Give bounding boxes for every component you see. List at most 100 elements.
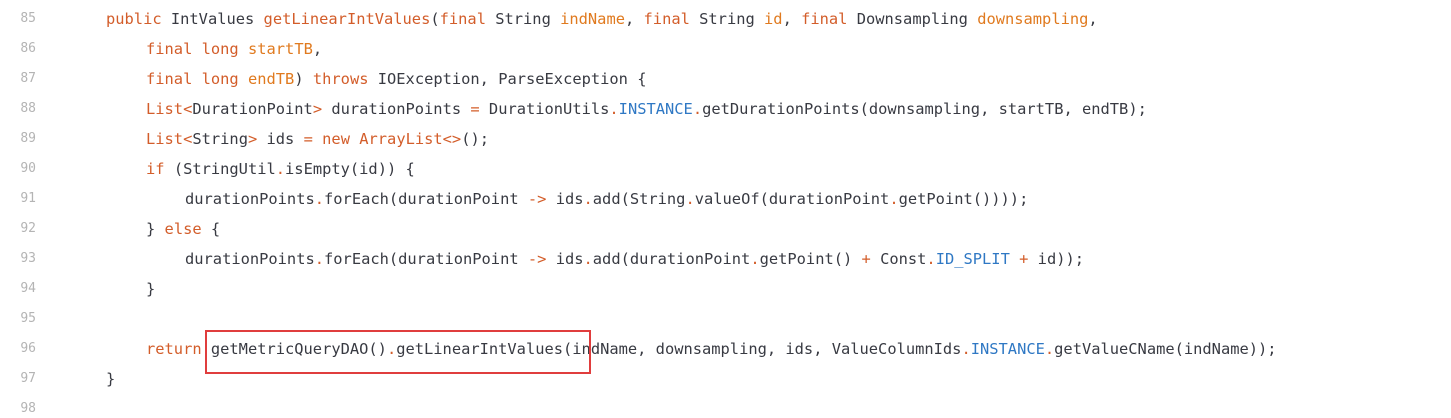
code-token: DurationPoint [192,100,313,118]
code-token: IOException, ParseException { [368,70,647,88]
code-line: 86 final long startTB, [0,34,1451,64]
line-number: 96 [20,341,36,356]
code-token: } [146,280,156,298]
code-line: 88 List<DurationPoint> durationPoints = D… [0,94,1451,124]
code-text: public IntValues getLinearIntValues(fina… [106,4,1098,34]
code-token: List [146,130,184,148]
code-token: add(durationPoint [592,250,751,268]
code-token: -> [527,250,547,268]
code-token: -> [527,190,547,208]
code-text: List<DurationPoint> durationPoints = Dur… [146,94,1147,124]
code-line: 94} [0,274,1451,304]
code-text: final long startTB, [146,34,322,64]
code-token: id [764,10,783,28]
code-token: getLinearIntValues [263,10,431,28]
code-token: , [624,10,644,28]
line-number: 90 [20,161,36,176]
line-number: 89 [20,131,36,146]
code-token: INSTANCE [618,100,693,118]
code-token: . [685,190,695,208]
code-token: . [583,190,593,208]
code-text: } [106,364,115,394]
code-token: } [106,370,116,388]
code-text: } [146,274,155,304]
code-token: (indName, downsampling, ids, ValueColumn… [563,340,962,358]
code-token: durationPoints [322,100,471,118]
code-token: List [146,100,184,118]
code-token: final [146,40,193,58]
code-token: = [303,130,313,148]
code-token: if [146,160,165,178]
code-token: long [201,70,239,88]
code-token: add(String [592,190,686,208]
code-token: ids [257,130,304,148]
code-token: new [322,130,350,148]
line-number: 85 [20,11,36,26]
code-token: DurationUtils [479,100,610,118]
code-token: { [201,220,221,238]
code-token: = [470,100,480,118]
code-token: . [750,250,760,268]
code-token: public [106,10,162,28]
code-token: . [1044,340,1055,358]
line-number: 87 [20,71,36,86]
code-token: . [889,190,899,208]
code-token: isEmpty(id)) { [285,160,415,178]
code-token: startTB [247,40,313,58]
code-token: (StringUtil [164,160,276,178]
code-token: String [192,130,248,148]
code-line: 89 List<String> ids = new ArrayList<>(); [0,124,1451,154]
code-token: < [183,100,193,118]
code-token: throws [312,70,369,88]
code-token: < [183,130,193,148]
code-token: ) [294,70,313,88]
code-token: Downsampling [847,10,978,28]
code-token: + [1019,250,1029,268]
code-token: forEach(durationPoint [324,190,528,208]
code-token: getValueCName(indName)); [1054,340,1277,358]
code-line: 92} else { [0,214,1451,244]
code-text: } else { [146,214,220,244]
code-token: . [692,100,703,118]
code-text: durationPoints.forEach(durationPoint -> … [185,244,1084,274]
code-token: . [583,250,593,268]
line-number: 97 [20,371,36,386]
code-token: + [861,250,871,268]
code-token: long [201,40,239,58]
code-line: 90 if (StringUtil.isEmpty(id)) { [0,154,1451,184]
code-token: getPoint() [759,250,862,268]
code-token: String [485,10,561,28]
code-text: final long endTB) throws IOException, Pa… [146,64,646,94]
code-token: > [312,100,323,118]
code-token: valueOf(durationPoint [694,190,890,208]
code-token: durationPoints [185,250,315,268]
line-number: 94 [20,281,36,296]
code-token: , [312,40,323,58]
code-token: } [146,220,165,238]
line-number: 98 [20,401,36,416]
line-number: 93 [20,251,36,266]
code-token: IntValues [161,10,264,28]
code-line: 87 final long endTB) throws IOException, … [0,64,1451,94]
code-token: . [275,160,286,178]
code-token: durationPoints [185,190,315,208]
code-token: else [164,220,202,238]
line-number: 92 [20,221,36,236]
code-token: (); [461,130,490,148]
code-token: , [1088,10,1098,28]
code-token: ArrayList [359,130,443,148]
code-token: > [247,130,258,148]
code-token: . [926,250,936,268]
code-token: getDurationPoints(downsampling, startTB,… [702,100,1147,118]
code-line: 98 [0,394,1451,418]
code-token: ID_SPLIT [935,250,1010,268]
code-line: 91 durationPoints.forEach(durationPoint -… [0,184,1451,214]
code-token: final [146,70,193,88]
code-token: endTB [247,70,295,88]
code-line: 93 durationPoints.forEach(durationPoint -… [0,244,1451,274]
code-text: if (StringUtil.isEmpty(id)) { [146,154,415,184]
